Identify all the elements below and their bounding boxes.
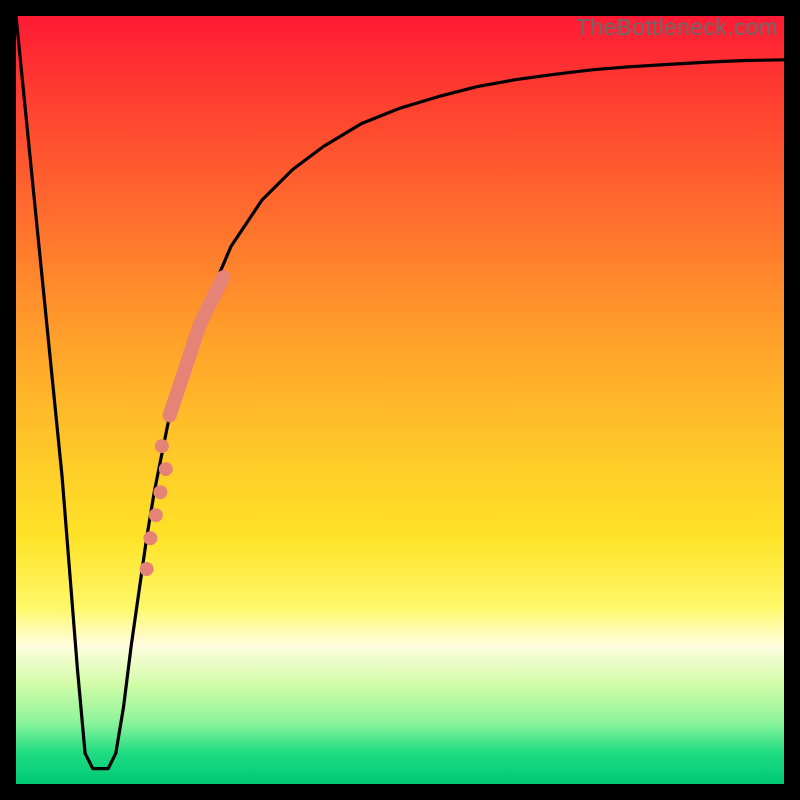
watermark-text: TheBottleneck.com: [576, 14, 778, 41]
chart-frame: [0, 0, 800, 800]
chart-container: TheBottleneck.com: [0, 0, 800, 800]
